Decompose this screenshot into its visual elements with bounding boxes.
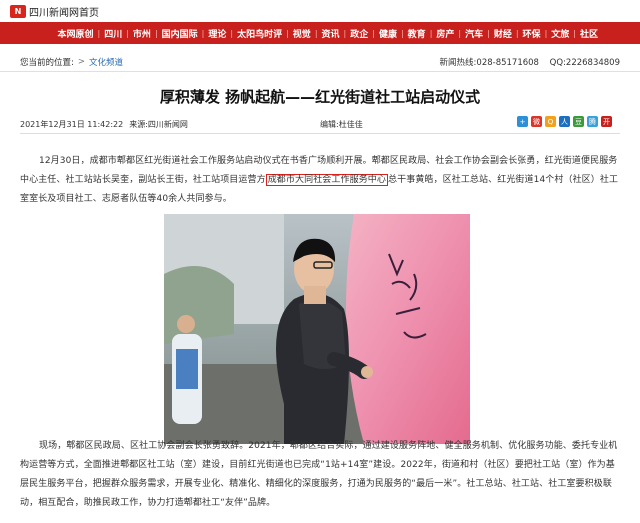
article-paragraph-2: 现场，郫都区民政局、区社工协会副会长张勇致辞。2021年，郫都区结合实际，通过建… bbox=[20, 441, 618, 508]
nav-item[interactable]: 汽车 bbox=[461, 27, 487, 40]
article-editor: 编辑:杜佳佳 bbox=[320, 119, 363, 129]
nav-item[interactable]: 国内国际 bbox=[158, 27, 202, 40]
breadcrumb-label: 您当前的位置: bbox=[20, 57, 74, 68]
renren-share-icon[interactable]: 人 bbox=[559, 116, 570, 127]
highlighted-organization: 成都市大同社会工作服务中心 bbox=[265, 174, 389, 186]
hotline-info: 新闻热线:028-85171608 QQ:2226834809 bbox=[432, 56, 620, 68]
nav-item[interactable]: 太阳鸟时评 bbox=[233, 27, 286, 40]
breadcrumb-separator: > bbox=[77, 56, 85, 67]
main-nav: 本网原创 | 四川 | 市州 | 国内国际 | 理论 | 太阳鸟时评 | 视觉 | 资讯 | 政企 | 健康 | 教育 |… bbox=[0, 22, 640, 44]
nav-item[interactable]: 资讯 bbox=[318, 27, 344, 40]
tencent-share-icon[interactable]: 腾 bbox=[587, 116, 598, 127]
nav-item[interactable]: 四川 bbox=[100, 27, 126, 40]
kaixin-share-icon[interactable]: 开 bbox=[601, 116, 612, 127]
article-title: 厚积薄发 扬帆起航——红光街道社工站启动仪式 bbox=[159, 88, 481, 106]
top-bar: N 四川新闻网首页 bbox=[0, 0, 640, 22]
nav-item[interactable]: 财经 bbox=[490, 27, 516, 40]
qzone-share-icon[interactable]: Q bbox=[545, 116, 556, 127]
weibo-share-icon[interactable]: 微 bbox=[531, 116, 542, 127]
meta-divider bbox=[20, 133, 620, 134]
site-logo-icon[interactable]: N bbox=[10, 4, 26, 18]
nav-item[interactable]: 房产 bbox=[432, 27, 458, 40]
nav-item[interactable]: 文旅 bbox=[547, 27, 573, 40]
article-photo bbox=[164, 214, 470, 444]
photo-man-writing-on-board bbox=[164, 214, 470, 444]
article-source: 来源:四川新闻网 bbox=[129, 119, 188, 129]
douban-share-icon[interactable]: 豆 bbox=[573, 116, 584, 127]
hotline-phone: 新闻热线:028-85171608 bbox=[439, 57, 539, 68]
nav-item[interactable]: 环保 bbox=[519, 27, 545, 40]
hotline-qq: QQ:2226834809 bbox=[549, 57, 620, 68]
share-toolbar: + 微 Q 人豆腾开 bbox=[517, 116, 612, 127]
site-home-link[interactable]: 四川新闻网首页 bbox=[29, 4, 99, 19]
nav-item[interactable]: 社区 bbox=[576, 27, 602, 40]
article-datetime: 2021年12月31日 11:42:22 bbox=[20, 119, 124, 129]
nav-item[interactable]: 健康 bbox=[375, 27, 401, 40]
breadcrumb: 您当前的位置: > 文化频道 新闻热线:028-85171608 QQ:2226… bbox=[0, 52, 640, 72]
nav-item[interactable]: 理论 bbox=[204, 27, 230, 40]
nav-item[interactable]: 市州 bbox=[129, 27, 155, 40]
article-paragraph-1: 12月30日，成都市郫都区红光街道社会工作服务站启动仪式在书香广场顺利开展。郫都… bbox=[20, 152, 620, 209]
nav-item[interactable]: 本网原创 bbox=[53, 27, 97, 40]
nav-item[interactable]: 教育 bbox=[404, 27, 430, 40]
breadcrumb-section-link[interactable]: 文化频道 bbox=[89, 56, 123, 68]
nav-item[interactable]: 政企 bbox=[346, 27, 372, 40]
add-share-icon[interactable]: + bbox=[517, 116, 528, 127]
nav-item[interactable]: 视觉 bbox=[289, 27, 315, 40]
article-meta: 2021年12月31日 11:42:22 来源:四川新闻网 编辑:杜佳佳 + 微 Q… bbox=[20, 116, 620, 131]
